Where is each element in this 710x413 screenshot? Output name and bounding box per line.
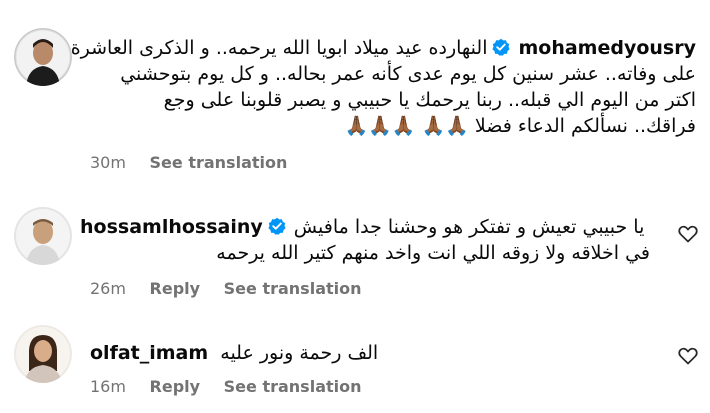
comment-time: 16m [90, 377, 126, 396]
avatar-image [14, 325, 72, 383]
comment-line: النهارده عيد ميلاد ابويا الله يرحمه.. و … [70, 37, 488, 59]
comment-meta: 30m See translation [90, 153, 305, 172]
like-heart-icon[interactable] [678, 225, 698, 243]
comment-first-line: hossamlhossainy يا حبيبي تعيش و تفتكر هو … [80, 214, 650, 240]
verified-badge-icon [268, 216, 286, 235]
avatar-image [14, 207, 72, 265]
comment-username[interactable]: hossamlhossainy [80, 216, 263, 238]
comment-meta: 16m Reply See translation [90, 377, 380, 396]
avatar-image [14, 28, 72, 86]
comment-line: على وفاته.. عشر سنين كل يوم عدى كأنه عمر… [120, 63, 696, 85]
comment-line: الف رحمة ونور عليه [220, 342, 379, 364]
reply-button[interactable]: Reply [150, 279, 201, 298]
verified-badge-icon [492, 37, 511, 56]
comment-line: يا حبيبي تعيش و تفتكر هو وحشنا جدا مافيش [293, 216, 645, 238]
reply-button[interactable]: Reply [150, 377, 201, 396]
see-translation-button[interactable]: See translation [150, 153, 288, 172]
comment-body: olfat_imam الف رحمة ونور عليه [90, 340, 610, 366]
comment-first-line: olfat_imam الف رحمة ونور عليه [90, 340, 610, 366]
like-heart-icon[interactable] [678, 347, 698, 365]
comment-body: hossamlhossainy يا حبيبي تعيش و تفتكر هو … [80, 214, 650, 266]
comment-username[interactable]: mohamedyousry [518, 37, 696, 59]
comment-line: فراقك.. نسألكم الدعاء فضلا 🙏🏾🙏🏾 🙏🏾🙏🏾🙏🏾 [344, 115, 696, 137]
avatar-olfat-imam[interactable] [14, 325, 72, 383]
comment-time: 30m [90, 153, 126, 172]
see-translation-button[interactable]: See translation [224, 377, 362, 396]
comment-username[interactable]: olfat_imam [90, 342, 208, 364]
comment-body: mohamedyousry النهارده عيد ميلاد ابويا ال… [71, 35, 696, 139]
avatar-hossamlhossainy[interactable] [14, 207, 72, 265]
comment-first-line: mohamedyousry النهارده عيد ميلاد ابويا ال… [71, 35, 696, 61]
see-translation-button[interactable]: See translation [224, 279, 362, 298]
avatar-mohamedyousry[interactable] [14, 28, 72, 86]
comment-line: اكتر من اليوم الي قبله.. ربنا يرحمك يا ح… [163, 89, 696, 111]
comment-line: في اخلاقه ولا زوقه اللي انت واخد منهم كت… [216, 242, 650, 264]
comment-time: 26m [90, 279, 126, 298]
comment-meta: 26m Reply See translation [90, 279, 380, 298]
